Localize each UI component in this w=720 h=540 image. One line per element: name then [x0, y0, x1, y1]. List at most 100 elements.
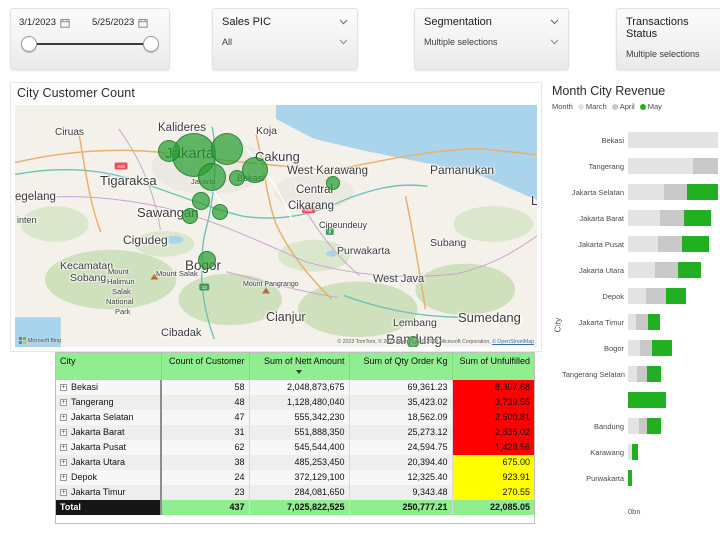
column-header-city[interactable]: City — [56, 353, 162, 380]
chevron-down-icon[interactable] — [550, 19, 559, 25]
date-range-slider[interactable] — [19, 30, 161, 58]
jakarta-north-bubble[interactable] — [211, 133, 243, 165]
date-range-slicer[interactable]: 3/1/2023 5/25/2023 — [10, 8, 170, 70]
chart-bar-segment-may[interactable] — [665, 288, 687, 304]
chevron-down-icon[interactable] — [550, 39, 559, 45]
date-start-field[interactable]: 3/1/2023 — [19, 17, 88, 28]
transactions-status-header[interactable]: Transactions Status — [626, 16, 720, 40]
chart-bar-segment-april[interactable] — [637, 366, 647, 382]
column-header-sum-of-qty-order-kg[interactable]: Sum of Qty Order Kg — [349, 353, 453, 380]
table-row[interactable]: + Jakarta Utara 38 485,253,450 20,394.40 675.… — [56, 454, 534, 470]
expand-row-icon[interactable]: + — [60, 399, 67, 407]
expand-row-icon[interactable]: + — [60, 444, 67, 452]
month-city-revenue-chart[interactable]: Month City Revenue Month March April May… — [548, 82, 720, 524]
sales-pic-slicer[interactable]: Sales PIC All — [212, 8, 358, 70]
sales-pic-value-row[interactable]: All — [222, 37, 348, 47]
table-row[interactable]: + Bekasi 58 2,048,873,675 69,361.23 8,307.68 — [56, 379, 534, 395]
chart-bar-segment-march[interactable] — [628, 210, 661, 226]
expand-row-icon[interactable]: + — [60, 474, 67, 482]
column-header-sum-of-nett-amount[interactable]: Sum of Nett Amount — [249, 353, 350, 380]
column-header-sum-of-unfulfilled[interactable]: Sum of Unfulfilled — [452, 353, 534, 380]
transactions-status-value-row[interactable]: Multiple selections — [626, 49, 720, 59]
bekasi-east-bubble[interactable] — [229, 170, 245, 186]
segmentation-header[interactable]: Segmentation — [424, 16, 559, 28]
chart-bar-segment-march[interactable] — [628, 288, 646, 304]
calendar-icon[interactable] — [60, 18, 70, 28]
chart-bar-row[interactable]: Karawang — [562, 444, 718, 460]
chart-bar-segment-march[interactable] — [628, 340, 640, 356]
segmentation-value-row[interactable]: Multiple selections — [424, 37, 559, 47]
segmentation-slicer[interactable]: Segmentation Multiple selections — [414, 8, 569, 70]
calendar-icon[interactable] — [138, 18, 148, 28]
bogor-bubble[interactable] — [198, 251, 216, 269]
chart-bar-segment-may[interactable] — [628, 392, 666, 408]
chart-bar-row[interactable]: Bandung — [562, 418, 718, 434]
chart-bar-row[interactable]: Bogor — [562, 340, 718, 356]
chart-bar-segment-may[interactable] — [631, 444, 638, 460]
chart-bar-segment-april[interactable] — [638, 418, 647, 434]
chart-bar-segment-april[interactable] — [636, 314, 648, 330]
legend-item-march[interactable]: March — [577, 102, 607, 111]
chart-bar-segment-march[interactable] — [628, 366, 637, 382]
chart-bar-segment-may[interactable] — [646, 418, 662, 434]
chart-bar-segment-may[interactable] — [646, 366, 662, 382]
chart-bar-segment-may[interactable] — [682, 236, 709, 252]
chart-bar-segment-march[interactable] — [628, 314, 637, 330]
chart-bar-segment-april[interactable] — [664, 184, 688, 200]
jakarta-south-bubble[interactable] — [198, 163, 226, 191]
expand-row-icon[interactable]: + — [60, 429, 67, 437]
chart-bar-segment-april[interactable] — [657, 236, 682, 252]
chart-bar-segment-may[interactable] — [678, 262, 701, 278]
chart-bar-segment-may[interactable] — [647, 314, 661, 330]
table-row[interactable]: + Jakarta Barat 31 551,888,350 25,273.12 2,83… — [56, 424, 534, 440]
chart-bar-row[interactable]: Purwakarta — [562, 470, 718, 486]
chart-bar-segment-april[interactable] — [655, 262, 679, 278]
chart-bar-segment-may[interactable] — [687, 184, 718, 200]
chart-bar-segment-may[interactable] — [628, 470, 632, 486]
chart-bar-segment-march[interactable] — [628, 418, 639, 434]
tangsel-bubble[interactable] — [182, 208, 198, 224]
chevron-down-icon[interactable] — [339, 39, 348, 45]
city-customer-count-map[interactable]: City Customer Count A40 A40 8 33 Ciruas … — [10, 82, 542, 352]
chart-bar-row[interactable]: Tangerang — [562, 158, 718, 174]
expand-row-icon[interactable]: + — [60, 459, 67, 467]
slider-handle-start[interactable] — [21, 36, 37, 52]
chart-bar-segment-march[interactable] — [628, 132, 718, 148]
map-canvas[interactable]: A40 A40 8 33 CiruasKalideresKojaJakartaC… — [15, 105, 537, 347]
chart-bar-segment-april[interactable] — [660, 210, 684, 226]
chart-bar-row[interactable]: Jakarta Timur — [562, 314, 718, 330]
chart-bar-row[interactable]: Bekasi — [562, 132, 718, 148]
chart-bar-row[interactable]: Depok — [562, 288, 718, 304]
chart-bar-segment-may[interactable] — [652, 340, 673, 356]
openstreetmap-link[interactable]: © OpenStreetMap — [492, 339, 534, 345]
chart-bar-row[interactable]: Jakarta Selatan — [562, 184, 718, 200]
table-row[interactable]: + Jakarta Selatan 47 555,342,230 18,562.09 2,… — [56, 409, 534, 425]
table-row[interactable]: + Depok 24 372,129,100 12,325.40 923.91 — [56, 469, 534, 485]
chart-bar-segment-april[interactable] — [646, 288, 666, 304]
chart-bar-segment-march[interactable] — [628, 184, 664, 200]
chevron-down-icon[interactable] — [339, 19, 348, 25]
expand-row-icon[interactable]: + — [60, 489, 67, 497]
chart-bar-segment-april[interactable] — [639, 340, 653, 356]
expand-row-icon[interactable]: + — [60, 414, 67, 422]
revenue-plot-area[interactable]: City 0bn Bekasi Tangerang Jakarta Selatan J… — [548, 126, 720, 524]
legend-item-may[interactable]: May — [639, 102, 662, 111]
transactions-status-slicer[interactable]: Transactions Status Multiple selections — [616, 8, 720, 70]
sales-pic-header[interactable]: Sales PIC — [222, 16, 348, 28]
city-summary-table[interactable]: City Count of Customer Sum of Nett Amoun… — [55, 352, 535, 524]
chart-bar-segment-may[interactable] — [683, 210, 711, 226]
date-end-field[interactable]: 5/25/2023 — [92, 17, 161, 28]
chart-bar-segment-march[interactable] — [628, 158, 693, 174]
column-header-count-of-customer[interactable]: Count of Customer — [161, 353, 250, 380]
chart-bar-segment-march[interactable] — [628, 262, 655, 278]
chart-bar-row[interactable]: Jakarta Pusat — [562, 236, 718, 252]
depok-bubble[interactable] — [192, 192, 210, 210]
sawangan-bubble[interactable] — [212, 204, 228, 220]
chart-bar-row[interactable] — [562, 392, 718, 408]
bekasi-bubble[interactable] — [242, 157, 268, 183]
chart-bar-row[interactable]: Jakarta Barat — [562, 210, 718, 226]
chart-bar-segment-march[interactable] — [628, 236, 658, 252]
chart-bar-segment-april[interactable] — [692, 158, 718, 174]
slider-handle-end[interactable] — [143, 36, 159, 52]
expand-row-icon[interactable]: + — [60, 384, 67, 392]
